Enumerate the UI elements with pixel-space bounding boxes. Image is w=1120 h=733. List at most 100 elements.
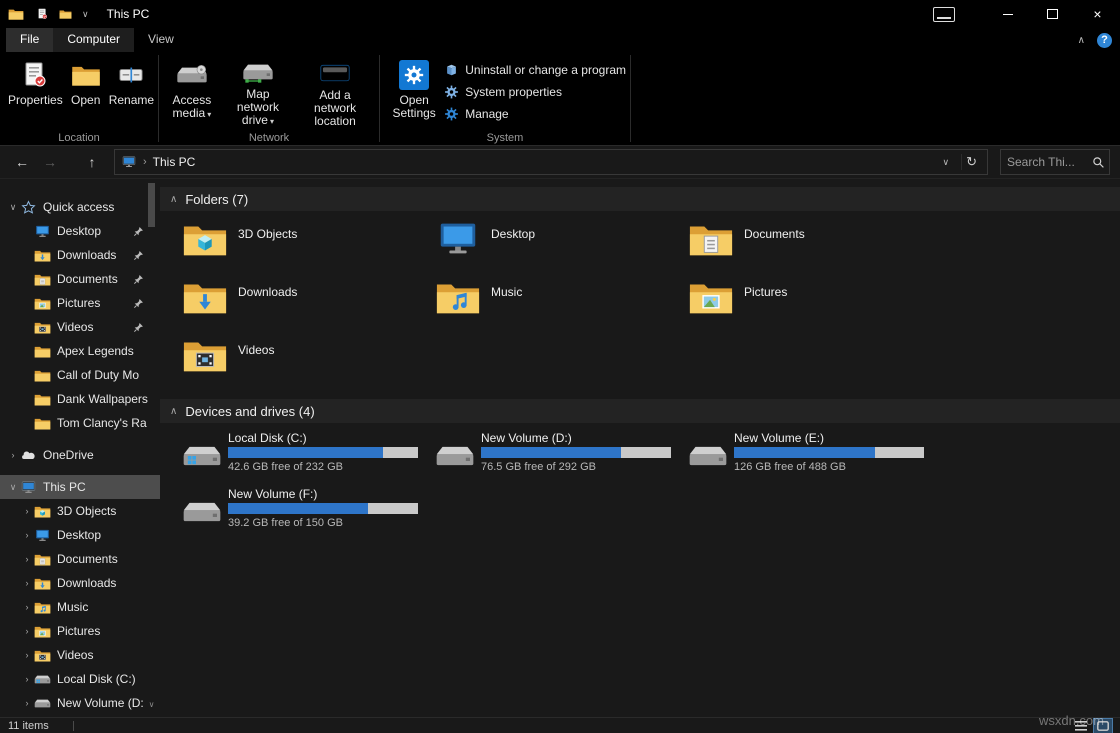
- uninstall-program-label: Uninstall or change a program: [465, 63, 626, 77]
- folder-name: Documents: [744, 227, 805, 241]
- chevron-right-icon[interactable]: ›: [20, 554, 34, 564]
- ribbon: Properties Open Rename Location Access m…: [0, 52, 1120, 146]
- add-network-location-button[interactable]: Add a network location: [295, 54, 375, 131]
- qat-customize-chevron-icon[interactable]: ∨: [82, 10, 89, 19]
- drive-free-space: 39.2 GB free of 150 GB: [228, 517, 418, 529]
- address-bar[interactable]: › This PC ∨ ↻: [114, 149, 988, 175]
- 3d-objects-folder-icon: [34, 504, 51, 519]
- collapse-ribbon-icon[interactable]: ∧: [1078, 35, 1085, 46]
- folder-tile-desktop[interactable]: Desktop: [435, 217, 688, 275]
- sidebar-item-videos-pc[interactable]: › Videos: [0, 643, 160, 667]
- address-dropdown-icon[interactable]: ∨: [937, 157, 956, 168]
- folder-tile-documents[interactable]: Documents: [688, 217, 941, 275]
- manage-button[interactable]: Manage: [444, 104, 626, 124]
- chevron-right-icon[interactable]: ›: [20, 674, 34, 684]
- sidebar-item-onedrive[interactable]: › OneDrive: [0, 443, 160, 467]
- chevron-down-icon[interactable]: ∨: [6, 482, 20, 493]
- sidebar-item-downloads[interactable]: Downloads: [0, 243, 160, 267]
- sidebar-item-tom-clancys[interactable]: Tom Clancy's Ra: [0, 411, 160, 435]
- items-count: 11 items: [8, 720, 49, 732]
- tab-computer[interactable]: Computer: [53, 28, 134, 52]
- open-settings-button[interactable]: Open Settings: [384, 54, 444, 131]
- title-bar[interactable]: ∨ This PC ×: [0, 0, 1120, 28]
- drive-tile-d[interactable]: New Volume (D:) 76.5 GB free of 292 GB: [435, 427, 688, 483]
- uninstall-program-button[interactable]: Uninstall or change a program: [444, 60, 626, 80]
- up-button[interactable]: ↑: [80, 151, 104, 173]
- folders-group-header[interactable]: ∧ Folders (7): [160, 187, 1120, 211]
- breadcrumb[interactable]: This PC: [153, 155, 196, 169]
- collapse-group-icon[interactable]: ∧: [170, 406, 177, 417]
- sidebar-item-pictures-pc[interactable]: › Pictures: [0, 619, 160, 643]
- videos-folder-icon: [182, 335, 228, 375]
- drive-tile-e[interactable]: New Volume (E:) 126 GB free of 488 GB: [688, 427, 941, 483]
- folder-tile-videos[interactable]: Videos: [182, 333, 435, 391]
- sidebar-item-label: Downloads: [57, 248, 116, 262]
- sidebar-item-new-volume-d[interactable]: › New Volume (D:: [0, 691, 160, 715]
- access-media-label: Access media▾: [167, 94, 217, 121]
- disk-usage-fill: [734, 447, 875, 458]
- refresh-icon[interactable]: ↻: [961, 154, 981, 170]
- sidebar-item-dank-wallpapers[interactable]: Dank Wallpapers: [0, 387, 160, 411]
- folder-tile-pictures[interactable]: Pictures: [688, 275, 941, 333]
- sidebar-item-desktop-pc[interactable]: › Desktop: [0, 523, 160, 547]
- chevron-right-icon[interactable]: ›: [20, 626, 34, 636]
- forward-button[interactable]: →: [38, 151, 62, 173]
- chevron-down-icon[interactable]: ∨: [6, 202, 20, 213]
- sidebar-item-music[interactable]: › Music: [0, 595, 160, 619]
- drive-icon: [435, 441, 475, 471]
- sidebar-item-3d-objects[interactable]: › 3D Objects: [0, 499, 160, 523]
- sidebar-item-local-disk-c[interactable]: › Local Disk (C:): [0, 667, 160, 691]
- minimize-button[interactable]: [985, 0, 1030, 28]
- maximize-button[interactable]: [1030, 0, 1075, 28]
- folder-tile-3d-objects[interactable]: 3D Objects: [182, 217, 435, 275]
- sidebar-item-downloads-pc[interactable]: › Downloads: [0, 571, 160, 595]
- sidebar-item-documents[interactable]: Documents: [0, 267, 160, 291]
- drives-group-header[interactable]: ∧ Devices and drives (4): [160, 399, 1120, 423]
- disk-usage-bar: [481, 447, 671, 458]
- sidebar-item-videos[interactable]: Videos: [0, 315, 160, 339]
- tab-file[interactable]: File: [6, 28, 53, 52]
- close-button[interactable]: ×: [1075, 0, 1120, 28]
- scroll-down-icon[interactable]: ∨: [147, 700, 156, 709]
- this-pc-icon: [121, 155, 137, 169]
- chevron-right-icon[interactable]: ›: [20, 506, 34, 516]
- drive-tile-f[interactable]: New Volume (F:) 39.2 GB free of 150 GB: [182, 483, 435, 539]
- videos-folder-icon: [34, 648, 51, 663]
- sidebar-item-call-of-duty[interactable]: Call of Duty Mo: [0, 363, 160, 387]
- search-icon[interactable]: [1092, 156, 1105, 169]
- sidebar-item-desktop[interactable]: Desktop: [0, 219, 160, 243]
- back-button[interactable]: ←: [10, 151, 34, 173]
- chevron-right-icon[interactable]: ›: [20, 578, 34, 588]
- properties-button[interactable]: Properties: [4, 54, 67, 131]
- chevron-right-icon[interactable]: ›: [6, 450, 20, 460]
- open-button[interactable]: Open: [67, 54, 105, 131]
- drive-tile-c[interactable]: Local Disk (C:) 42.6 GB free of 232 GB: [182, 427, 435, 483]
- sidebar-scrollbar[interactable]: ∨: [147, 181, 156, 719]
- sidebar-item-documents-pc[interactable]: › Documents: [0, 547, 160, 571]
- touch-keyboard-icon[interactable]: [933, 7, 955, 22]
- sidebar-item-quick-access[interactable]: ∨ Quick access: [0, 195, 160, 219]
- qat-new-folder-icon[interactable]: [59, 8, 72, 20]
- scrollbar-thumb[interactable]: [148, 183, 155, 227]
- sidebar-item-this-pc[interactable]: ∨ This PC: [0, 475, 160, 499]
- rename-button[interactable]: Rename: [105, 54, 158, 131]
- access-media-button[interactable]: Access media▾: [163, 54, 221, 131]
- tab-view[interactable]: View: [134, 28, 188, 52]
- help-icon[interactable]: ?: [1097, 33, 1112, 48]
- folder-tile-downloads[interactable]: Downloads: [182, 275, 435, 333]
- folder-tile-music[interactable]: Music: [435, 275, 688, 333]
- chevron-right-icon[interactable]: ›: [20, 602, 34, 612]
- system-properties-button[interactable]: System properties: [444, 82, 626, 102]
- sidebar-item-apex-legends[interactable]: Apex Legends: [0, 339, 160, 363]
- sidebar-item-pictures[interactable]: Pictures: [0, 291, 160, 315]
- file-explorer-window: ∨ This PC × File Computer View ∧ ? Prope…: [0, 0, 1120, 733]
- chevron-right-icon[interactable]: ›: [20, 530, 34, 540]
- collapse-group-icon[interactable]: ∧: [170, 194, 177, 205]
- chevron-right-icon[interactable]: ›: [20, 650, 34, 660]
- map-network-drive-button[interactable]: Map network drive▾: [221, 54, 295, 131]
- search-input[interactable]: [1005, 154, 1092, 170]
- chevron-right-icon[interactable]: ›: [20, 698, 34, 708]
- qat-properties-icon[interactable]: [36, 8, 49, 20]
- breadcrumb-chevron-icon[interactable]: ›: [143, 156, 147, 168]
- manage-icon: [444, 107, 459, 121]
